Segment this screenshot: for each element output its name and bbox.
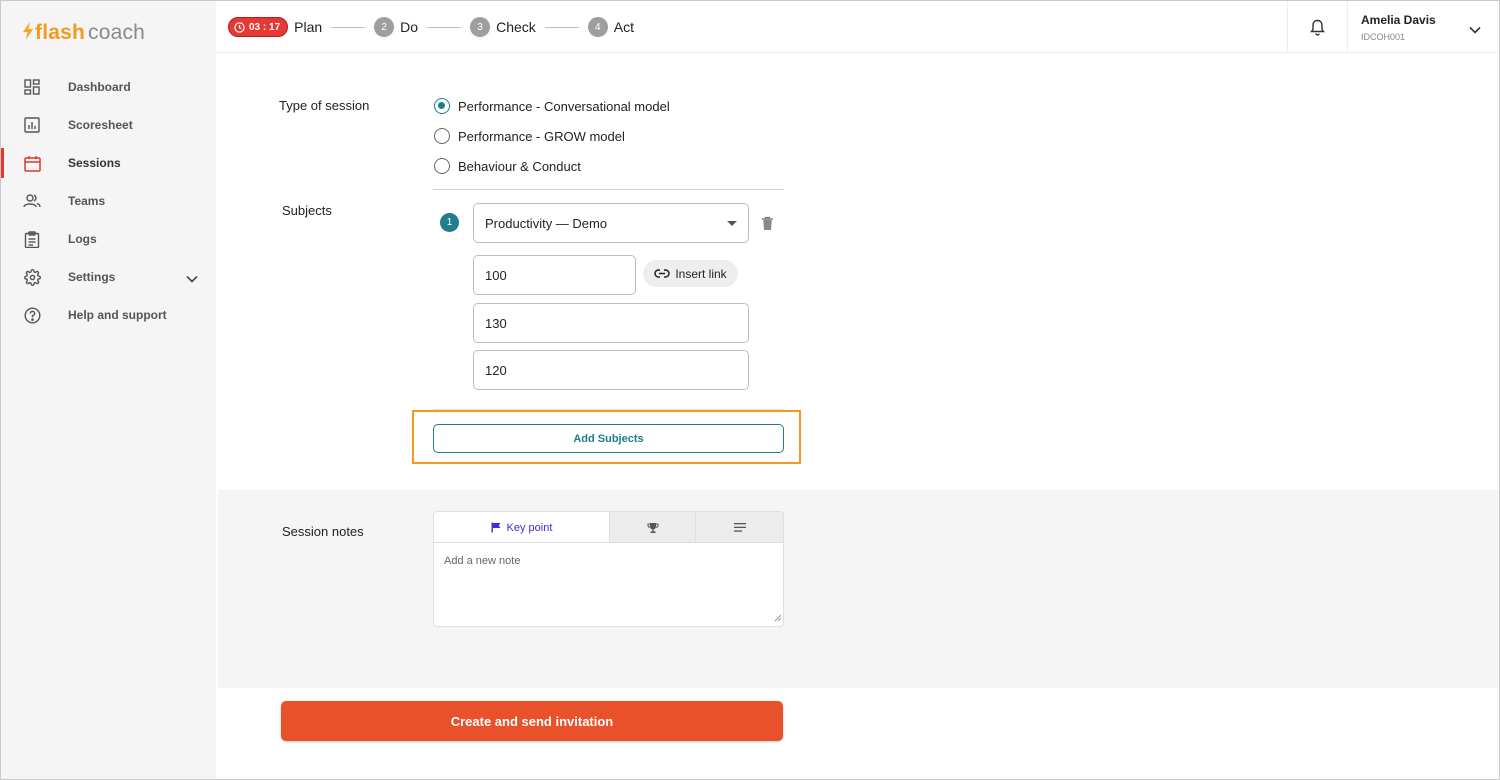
radio-button[interactable] (434, 128, 450, 144)
sidebar-nav: Dashboard Scoresheet Sessions Teams Logs… (1, 68, 216, 334)
subject-value-field-2[interactable]: 130 (473, 303, 749, 343)
user-menu[interactable]: Amelia Davis IDCOH001 (1347, 1, 1499, 53)
gear-icon (23, 268, 41, 286)
top-bar: 03 : 17 Plan 2 Do 3 Check 4 Act Amelia D… (216, 1, 1499, 53)
step-divider (331, 26, 366, 28)
radio-button[interactable] (434, 98, 450, 114)
divider (433, 189, 784, 190)
step-plan[interactable]: Plan (294, 19, 322, 35)
radio-button[interactable] (434, 158, 450, 174)
user-name: Amelia Davis (1361, 13, 1436, 27)
create-send-invitation-button[interactable]: Create and send invitation (281, 701, 783, 741)
help-circle-icon (23, 306, 41, 324)
radio-label: Performance - GROW model (458, 128, 625, 144)
dropdown-arrow-icon (727, 221, 737, 226)
subject-index-badge: 1 (440, 213, 459, 232)
note-placeholder: Add a new note (444, 555, 521, 567)
tab-notes[interactable] (696, 512, 783, 543)
link-icon (654, 269, 671, 278)
note-input[interactable]: Add a new note (433, 542, 784, 627)
bolt-icon (22, 21, 34, 45)
field-value: 130 (485, 315, 507, 331)
insert-link-label: Insert link (675, 266, 727, 281)
dashboard-icon (23, 78, 41, 96)
step-act[interactable]: Act (614, 19, 634, 35)
tab-achievements[interactable] (610, 512, 697, 543)
sidebar-item-label: Scoresheet (68, 118, 133, 132)
clipboard-icon (23, 230, 41, 248)
bar-chart-icon (23, 116, 41, 134)
sidebar-item-settings[interactable]: Settings (1, 258, 216, 296)
notes-tabs: Key point (433, 511, 784, 543)
people-icon (23, 192, 41, 210)
sidebar-item-dashboard[interactable]: Dashboard (1, 68, 216, 106)
step-divider (544, 26, 579, 28)
radio-label: Performance - Conversational model (458, 98, 670, 114)
sidebar-item-label: Help and support (68, 308, 167, 322)
top-bar-right: Amelia Davis IDCOH001 (1287, 1, 1499, 53)
sidebar-item-label: Sessions (68, 156, 121, 170)
chevron-down-icon[interactable] (1469, 21, 1481, 39)
step-number: 2 (374, 17, 395, 37)
logo[interactable]: flash coach (22, 20, 145, 46)
lines-icon (733, 523, 746, 532)
insert-link-button[interactable]: Insert link (643, 260, 738, 287)
subject-value-field-1[interactable]: 100 (473, 255, 636, 295)
radio-grow[interactable]: Performance - GROW model (434, 128, 625, 144)
subjects-label: Subjects (282, 203, 332, 218)
session-notes-label: Session notes (282, 524, 364, 539)
subject-select-value: Productivity — Demo (485, 215, 608, 231)
clock-icon (234, 21, 245, 33)
add-subjects-button[interactable]: Add Subjects (433, 424, 784, 453)
trash-icon[interactable] (761, 216, 774, 236)
bell-icon (1310, 19, 1325, 36)
resize-handle-icon[interactable] (774, 613, 782, 625)
field-value: 120 (485, 362, 507, 378)
sidebar-item-label: Dashboard (68, 80, 131, 94)
radio-conversational[interactable]: Performance - Conversational model (434, 98, 670, 114)
session-timer: 03 : 17 (228, 17, 289, 37)
step-number: 3 (470, 17, 491, 37)
logo-coach: coach (88, 21, 146, 44)
logo-flash: flash (35, 21, 86, 44)
sidebar-item-scoresheet[interactable]: Scoresheet (1, 106, 216, 144)
add-subjects-label: Add Subjects (573, 432, 644, 445)
radio-label: Behaviour & Conduct (458, 158, 581, 174)
session-notes-section (218, 490, 1499, 688)
notifications-button[interactable] (1287, 1, 1347, 53)
flag-icon (491, 522, 501, 533)
sidebar-item-label: Logs (68, 232, 97, 246)
session-form (216, 53, 1499, 490)
subject-select[interactable]: Productivity — Demo (473, 203, 749, 243)
timer-value: 03 : 17 (249, 21, 281, 33)
field-value: 100 (485, 267, 507, 283)
radio-behaviour[interactable]: Behaviour & Conduct (434, 158, 581, 174)
session-stepper: 03 : 17 Plan 2 Do 3 Check 4 Act (228, 17, 634, 37)
tab-label: Key point (506, 521, 553, 534)
sidebar-item-help[interactable]: Help and support (1, 296, 216, 334)
chevron-down-icon[interactable] (186, 270, 198, 288)
tab-key-point[interactable]: Key point (434, 512, 610, 543)
calendar-icon (23, 154, 41, 172)
step-divider (427, 26, 462, 28)
app-frame: flash coach Dashboard Scoresheet Session… (0, 0, 1500, 780)
sidebar-item-label: Teams (68, 194, 106, 208)
cta-label: Create and send invitation (450, 713, 614, 729)
user-id: IDCOH001 (1361, 32, 1406, 42)
sidebar-item-logs[interactable]: Logs (1, 220, 216, 258)
sidebar-item-sessions[interactable]: Sessions (1, 144, 216, 182)
subject-value-field-3[interactable]: 120 (473, 350, 749, 390)
sidebar-item-label: Settings (68, 270, 116, 284)
step-do[interactable]: Do (400, 19, 418, 35)
sidebar: flash coach Dashboard Scoresheet Session… (1, 1, 216, 779)
step-number: 4 (587, 17, 608, 37)
trophy-icon (647, 522, 659, 533)
step-check[interactable]: Check (496, 19, 536, 35)
session-type-label: Type of session (279, 98, 370, 113)
sidebar-item-teams[interactable]: Teams (1, 182, 216, 220)
